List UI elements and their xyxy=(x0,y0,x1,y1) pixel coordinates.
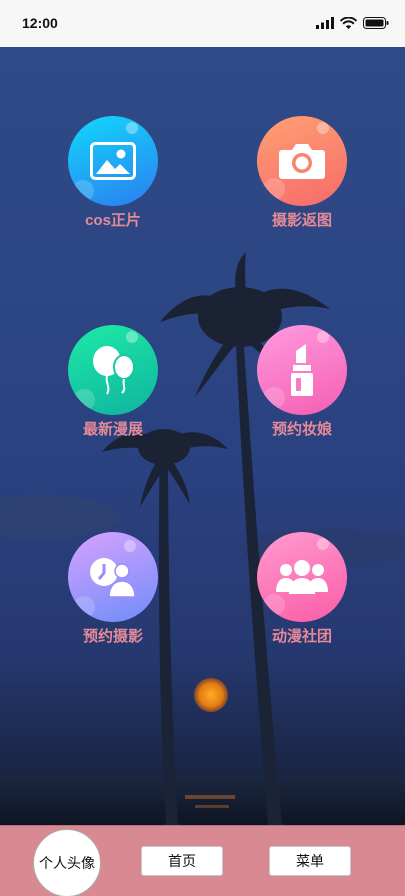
feature-label: 最新漫展 xyxy=(82,421,143,438)
feature-circle xyxy=(68,325,158,415)
feature-book-makeup[interactable]: 预约妆娘 xyxy=(242,325,362,439)
feature-label: cos正片 xyxy=(85,212,141,229)
feature-photo-returns[interactable]: 摄影返图 xyxy=(242,116,362,230)
lipstick-icon xyxy=(291,344,313,396)
wifi-icon xyxy=(340,17,357,29)
camera-icon xyxy=(279,144,325,179)
avatar-button[interactable]: 个人头像 xyxy=(33,829,101,896)
battery-icon xyxy=(363,17,389,29)
users-clock-icon xyxy=(90,558,136,598)
feature-circle xyxy=(257,532,347,622)
background-scene: cos正片 摄影返图 最新漫展 预约妆娘 预约摄影 动漫社团 xyxy=(0,47,405,825)
home-button[interactable]: 首页 xyxy=(141,846,223,876)
feature-label: 预约妆娘 xyxy=(271,421,332,438)
status-bar: 12:00 xyxy=(0,0,405,47)
signal-icon xyxy=(316,17,334,29)
feature-circle xyxy=(257,116,347,206)
feature-cos-photos[interactable]: cos正片 xyxy=(53,116,173,230)
status-time: 12:00 xyxy=(22,15,58,31)
bottom-nav-bar: 个人头像 首页 菜单 xyxy=(0,825,405,896)
feature-circle xyxy=(257,325,347,415)
group-icon xyxy=(276,560,328,594)
feature-label: 动漫社团 xyxy=(271,628,332,645)
feature-anime-club[interactable]: 动漫社团 xyxy=(242,532,362,646)
feature-circle xyxy=(68,116,158,206)
balloons-icon xyxy=(93,346,135,395)
status-icons xyxy=(316,15,389,31)
feature-latest-expo[interactable]: 最新漫展 xyxy=(53,325,173,439)
feature-circle xyxy=(68,532,158,622)
image-icon xyxy=(90,142,136,180)
feature-label: 预约摄影 xyxy=(82,628,143,645)
feature-label: 摄影返图 xyxy=(271,212,332,229)
feature-book-photographer[interactable]: 预约摄影 xyxy=(53,532,173,646)
menu-button[interactable]: 菜单 xyxy=(269,846,351,876)
